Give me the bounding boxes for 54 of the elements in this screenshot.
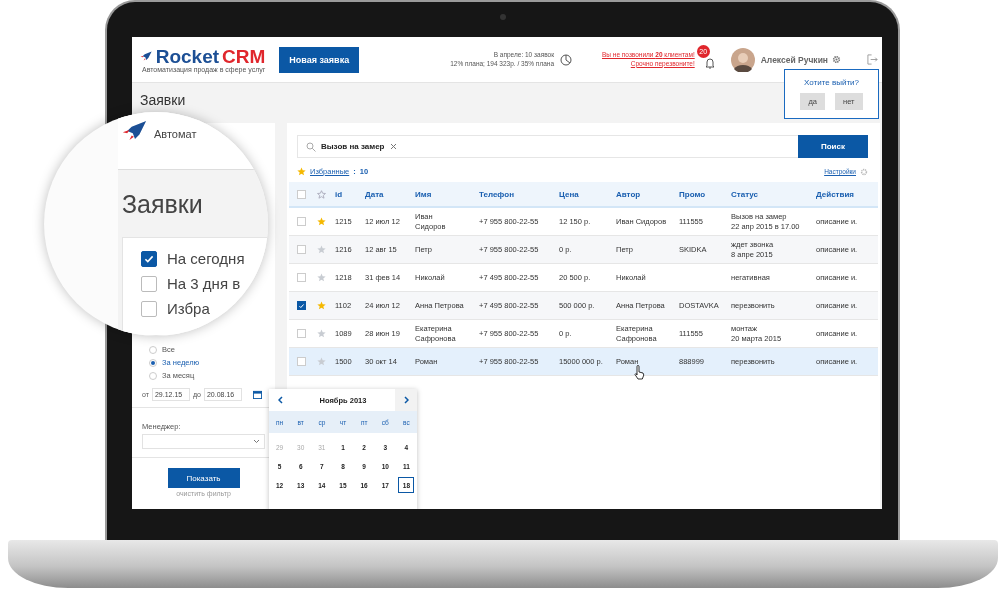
column-header[interactable]: Цена [555,189,612,199]
column-header[interactable]: Статус [727,189,812,199]
settings-icon[interactable] [860,167,868,176]
column-header[interactable]: Имя [411,189,475,199]
previous-month-button[interactable] [269,389,291,411]
column-header[interactable]: Промо [675,189,727,199]
settings-icon[interactable] [832,55,841,64]
clear-icon[interactable] [389,143,397,150]
bell-icon[interactable] [703,56,716,69]
star-icon[interactable] [317,217,326,226]
column-header[interactable]: id [331,189,361,199]
search-icon [306,141,316,152]
logo-wordmark: Rocket [155,46,220,66]
logo-tagline: Автомат [154,128,197,140]
logo-accent: CRM [222,46,266,66]
chevron-left-icon [277,396,283,404]
page-title: Заявки [122,190,204,219]
star-outline-icon[interactable] [317,189,326,199]
filter-label[interactable]: Избра [167,300,210,317]
hand-cursor-icon [634,365,645,380]
user-name[interactable]: Алексей Ручкин [760,54,828,65]
filter-label[interactable]: На 3 дня в [167,275,241,292]
star-icon[interactable] [317,329,326,338]
show-button[interactable]: Показать [167,468,240,488]
checkmark-icon [298,301,305,310]
avatar[interactable] [730,47,755,72]
search-button[interactable]: Поиск [798,135,868,158]
manager-select[interactable] [142,434,265,449]
new-request-button[interactable]: Новая заявка [279,46,360,73]
column-header[interactable]: Телефон [475,189,555,199]
calendar-icon[interactable] [252,390,262,399]
checkbox[interactable] [141,250,157,267]
star-icon[interactable] [317,357,326,366]
star-icon[interactable] [297,167,306,176]
logout-icon[interactable] [867,54,878,65]
star-icon[interactable] [317,273,326,282]
column-header[interactable]: Дата [361,189,411,199]
column-header[interactable]: Действия [812,189,878,199]
checkbox[interactable] [141,300,157,317]
filter-label[interactable]: На сегодня [167,250,245,267]
search-field[interactable]: Вызов на замер [297,135,798,158]
star-icon[interactable] [317,245,326,254]
rocket-icon [140,51,153,61]
camera-icon [500,14,506,20]
checkbox[interactable] [297,301,306,310]
checkbox[interactable] [141,275,157,292]
pie-chart-icon[interactable] [560,53,572,66]
chevron-down-icon [253,439,260,444]
chevron-right-icon [403,396,409,404]
star-icon[interactable] [317,301,326,310]
logout-question: Хотите выйти? [804,78,859,87]
column-header[interactable]: Автор [612,189,675,199]
next-month-button[interactable] [395,389,417,411]
page-title: Заявки [140,92,186,108]
